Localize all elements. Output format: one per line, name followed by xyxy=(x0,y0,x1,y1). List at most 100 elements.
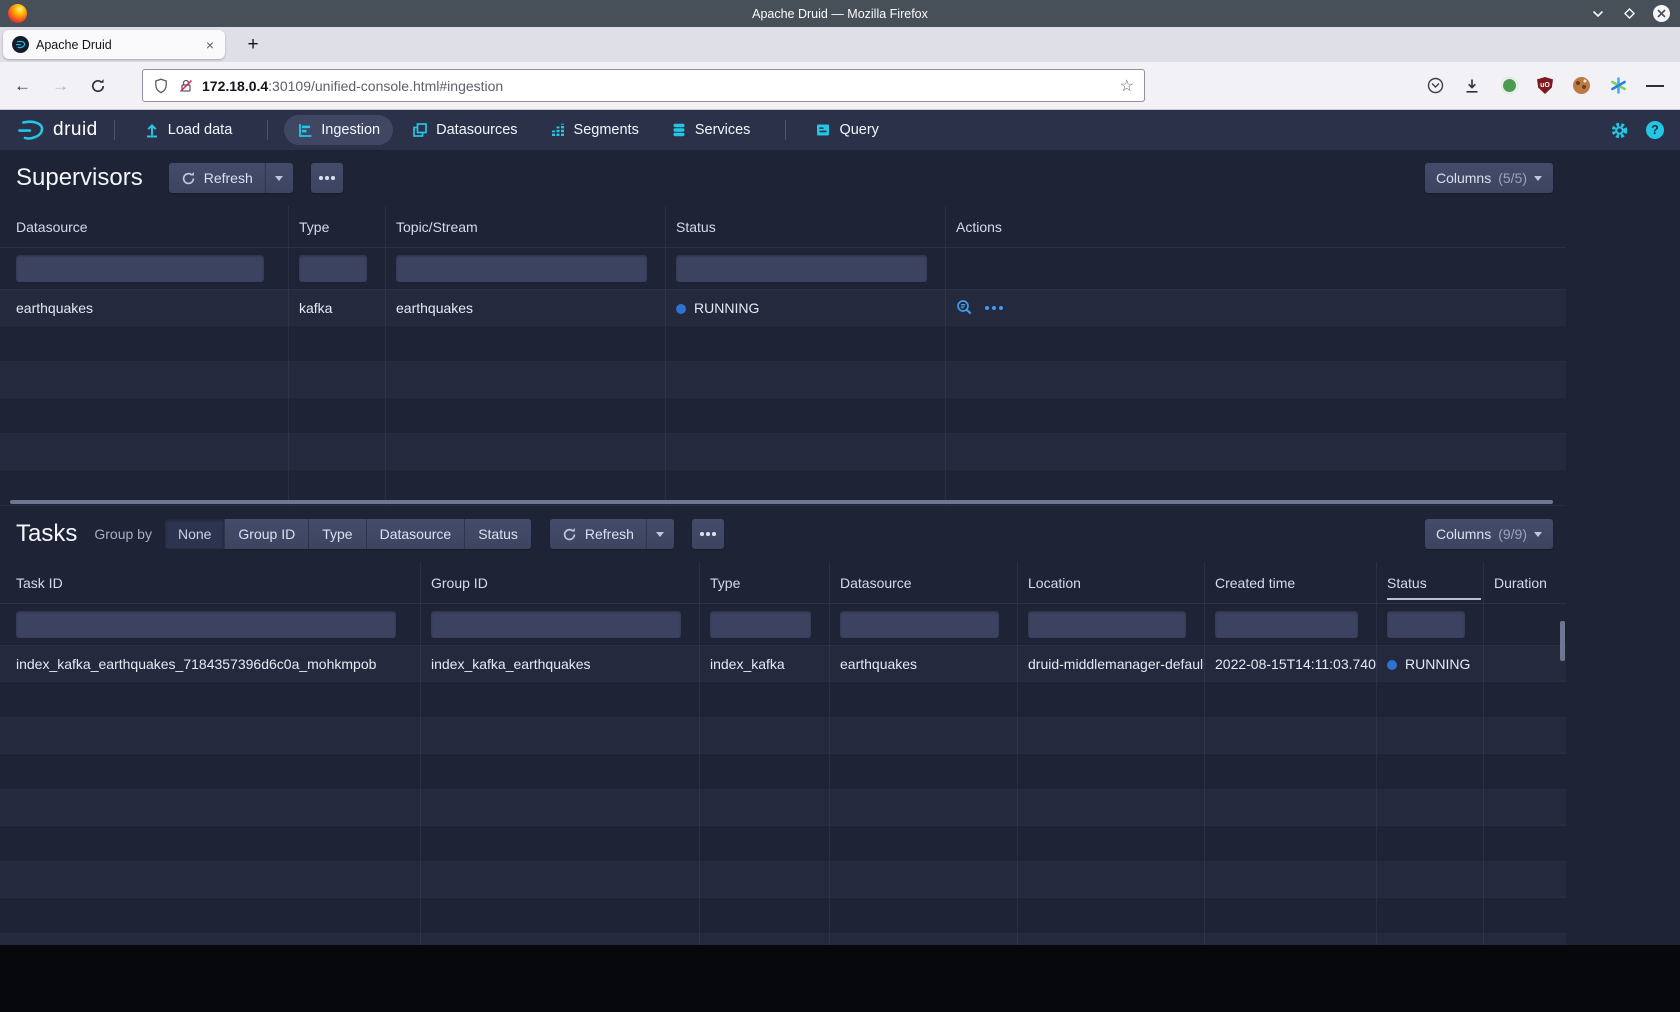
tasks-columns-button[interactable]: Columns (9/9) xyxy=(1425,519,1553,549)
col-header-actions: Actions xyxy=(946,206,1566,247)
group-by-label: Group by xyxy=(94,526,152,542)
supervisors-title: Supervisors xyxy=(16,164,143,192)
col-header-group-id[interactable]: Group ID xyxy=(421,562,700,603)
col-header-type[interactable]: Type xyxy=(289,206,386,247)
filter-task-id-input[interactable] xyxy=(16,611,396,638)
tracking-shield-icon[interactable] xyxy=(153,78,169,94)
col-header-type[interactable]: Type xyxy=(700,562,830,603)
col-header-task-id[interactable]: Task ID xyxy=(0,562,421,603)
nav-item-datasources[interactable]: Datasources xyxy=(399,115,530,145)
ublock-origin-icon[interactable]: uO xyxy=(1537,77,1553,94)
nav-item-ingestion[interactable]: Ingestion xyxy=(284,115,393,145)
col-header-topic-stream[interactable]: Topic/Stream xyxy=(386,206,666,247)
languagetool-asterisk-icon[interactable] xyxy=(1609,77,1627,95)
tasks-more-button[interactable] xyxy=(692,519,724,549)
druid-logo-icon xyxy=(16,119,46,141)
close-icon xyxy=(1657,9,1666,18)
task-status: RUNNING xyxy=(1377,646,1484,681)
url-path: :30109/unified-console.html#ingestion xyxy=(268,78,503,94)
toolbar-extensions: uO xyxy=(1426,77,1664,95)
filter-datasource-input[interactable] xyxy=(16,255,264,282)
tasks-refresh-button[interactable]: Refresh xyxy=(550,519,646,549)
filter-group-id-input[interactable] xyxy=(431,611,681,638)
nav-item-query[interactable]: Query xyxy=(802,115,892,145)
task-id: index_kafka_earthquakes_7184357396d6c0a_… xyxy=(0,646,421,681)
supervisors-refresh-caret-button[interactable] xyxy=(265,163,293,193)
row-more-actions-icon[interactable] xyxy=(985,306,1003,310)
nav-item-services[interactable]: Services xyxy=(658,115,764,145)
url-bar[interactable]: 172.18.0.4:30109/unified-console.html#in… xyxy=(142,69,1145,102)
tab-apache-druid[interactable]: Apache Druid × xyxy=(3,30,225,59)
new-tab-button[interactable]: + xyxy=(239,34,267,56)
cookie-extension-icon[interactable] xyxy=(1572,77,1590,95)
bookmark-star-icon[interactable]: ☆ xyxy=(1120,76,1134,96)
col-header-datasource[interactable]: Datasource xyxy=(830,562,1018,603)
nav-item-load-data[interactable]: Load data xyxy=(131,115,246,145)
supervisors-refresh-button[interactable]: Refresh xyxy=(169,163,265,193)
group-by-none-button[interactable]: None xyxy=(165,519,225,549)
empty-row xyxy=(0,682,1566,718)
nav-label-ingestion: Ingestion xyxy=(321,122,380,138)
supervisor-status: RUNNING xyxy=(666,290,946,325)
col-header-status-sorted[interactable]: Status xyxy=(1377,562,1484,603)
filter-status-input[interactable] xyxy=(1387,611,1465,638)
tasks-refresh-caret-button[interactable] xyxy=(646,519,674,549)
col-header-duration[interactable]: Duration xyxy=(1484,562,1566,603)
filter-created-time-input[interactable] xyxy=(1215,611,1358,638)
pocket-icon[interactable] xyxy=(1426,77,1444,95)
supervisors-section: Supervisors Refresh Columns (5/5) Dataso… xyxy=(0,150,1680,506)
supervisor-type: kafka xyxy=(289,290,386,325)
nav-item-segments[interactable]: Segments xyxy=(537,115,652,145)
filter-datasource-input[interactable] xyxy=(840,611,999,638)
col-header-location[interactable]: Location xyxy=(1018,562,1205,603)
filter-status-input[interactable] xyxy=(676,255,927,282)
minimize-button[interactable] xyxy=(1589,5,1606,22)
menu-hamburger-icon[interactable] xyxy=(1646,77,1664,95)
filter-topic-stream-input[interactable] xyxy=(396,255,647,282)
group-by-status-button[interactable]: Status xyxy=(465,519,531,549)
group-by-group-id-button[interactable]: Group ID xyxy=(225,519,309,549)
task-duration xyxy=(1484,646,1566,681)
inspect-magnifier-icon[interactable] xyxy=(956,299,973,316)
druid-navbar: druid Load data Ingestion Datasources Se… xyxy=(0,110,1680,150)
empty-row xyxy=(0,362,1566,398)
empty-row xyxy=(0,790,1566,826)
supervisors-more-button[interactable] xyxy=(311,163,343,193)
col-header-status[interactable]: Status xyxy=(666,206,946,247)
horizontal-scrollbar[interactable] xyxy=(10,500,1553,504)
col-header-datasource[interactable]: Datasource xyxy=(0,206,289,247)
back-button[interactable]: ← xyxy=(14,76,31,96)
downloads-icon[interactable] xyxy=(1463,77,1481,95)
caret-down-icon xyxy=(656,532,664,537)
task-group-id: index_kafka_earthquakes xyxy=(421,646,700,681)
close-button[interactable] xyxy=(1653,5,1670,22)
maximize-button[interactable] xyxy=(1621,5,1638,22)
supervisors-filter-row xyxy=(0,248,1566,290)
database-icon xyxy=(671,122,687,138)
forward-button[interactable]: → xyxy=(52,76,69,96)
tab-title: Apache Druid xyxy=(36,38,204,52)
filter-type-input[interactable] xyxy=(710,611,811,638)
insecure-lock-icon[interactable] xyxy=(178,78,194,94)
status-text: RUNNING xyxy=(1405,656,1470,672)
group-by-datasource-button[interactable]: Datasource xyxy=(367,519,466,549)
group-by-type-button[interactable]: Type xyxy=(309,519,366,549)
tab-close-icon[interactable]: × xyxy=(204,37,216,53)
supervisors-columns-button[interactable]: Columns (5/5) xyxy=(1425,163,1553,193)
nav-label-segments: Segments xyxy=(574,122,639,138)
vertical-scrollbar[interactable] xyxy=(1560,621,1565,661)
col-header-created-time[interactable]: Created time xyxy=(1205,562,1377,603)
reload-button[interactable] xyxy=(90,78,106,94)
filter-type-input[interactable] xyxy=(299,255,367,282)
help-icon[interactable]: ? xyxy=(1646,121,1664,139)
supervisors-table-header: Datasource Type Topic/Stream Status Acti… xyxy=(0,206,1566,248)
task-row: index_kafka_earthquakes_7184357396d6c0a_… xyxy=(0,646,1566,682)
filter-location-input[interactable] xyxy=(1028,611,1186,638)
nav-label-query: Query xyxy=(839,122,879,138)
druid-logo[interactable]: druid xyxy=(16,119,98,141)
extension-green-icon[interactable] xyxy=(1500,77,1518,95)
tab-bar: Apache Druid × + xyxy=(0,27,1680,62)
settings-gear-icon[interactable] xyxy=(1610,121,1629,140)
supervisors-empty-rows xyxy=(0,326,1566,506)
url-text[interactable]: 172.18.0.4:30109/unified-console.html#in… xyxy=(202,78,1120,94)
